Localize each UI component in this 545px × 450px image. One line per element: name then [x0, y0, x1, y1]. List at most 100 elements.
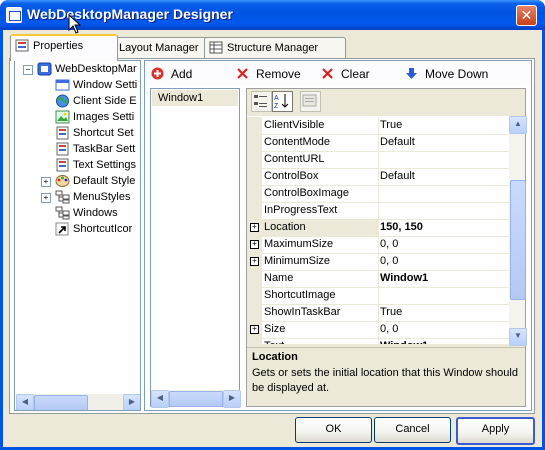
tab-label: Properties [33, 40, 84, 52]
property-row[interactable]: ShowInTaskBar True [247, 304, 509, 322]
cancel-button[interactable]: Cancel [374, 417, 451, 443]
expand-toggle-icon[interactable]: + [250, 240, 259, 249]
property-row[interactable]: InProgressText [247, 202, 509, 220]
categorized-view-button[interactable] [251, 91, 272, 112]
property-value[interactable] [378, 151, 509, 168]
categorized-icon [254, 95, 267, 107]
scroll-right-icon[interactable]: ▶ [123, 394, 140, 410]
property-value[interactable] [378, 202, 509, 219]
property-name: MaximumSize [262, 236, 379, 253]
scroll-left-icon[interactable]: ◀ [16, 394, 34, 410]
property-value[interactable]: 0, 0 [378, 236, 509, 253]
scroll-thumb[interactable] [510, 180, 526, 300]
property-row[interactable]: + MinimumSize 0, 0 [247, 253, 509, 271]
hierarchy-icon [55, 190, 70, 204]
property-row[interactable]: + Location 150, 150 [247, 219, 509, 237]
property-value[interactable]: Default [378, 134, 509, 151]
property-value[interactable]: True [378, 117, 509, 134]
property-name: MinimumSize [262, 253, 379, 270]
property-row[interactable]: ControlBox Default [247, 168, 509, 186]
property-name: ShortcutImage [262, 287, 379, 304]
property-value[interactable]: 150, 150 [378, 219, 509, 236]
property-row[interactable]: + MaximumSize 0, 0 [247, 236, 509, 254]
property-value[interactable] [378, 287, 509, 304]
scroll-down-icon[interactable]: ▼ [509, 328, 527, 346]
property-gutter [247, 287, 262, 304]
property-name: Size [262, 321, 379, 338]
expand-toggle-icon[interactable]: + [250, 223, 259, 232]
properties-icon [56, 126, 69, 140]
property-gutter [247, 270, 262, 287]
property-gutter: + [247, 321, 262, 338]
tab-label: Layout Manager [119, 42, 199, 54]
clear-icon [322, 68, 333, 79]
scroll-thumb[interactable] [34, 395, 88, 410]
scroll-up-icon[interactable]: ▲ [509, 116, 527, 134]
property-row[interactable]: ShortcutImage [247, 287, 509, 305]
move-down-button[interactable]: Move Down [405, 67, 488, 83]
scroll-thumb[interactable] [169, 391, 223, 407]
property-gutter: + [247, 236, 262, 253]
tree-horizontal-scrollbar[interactable]: ◀ ▶ [16, 394, 140, 410]
ok-button[interactable]: OK [295, 417, 372, 443]
property-row[interactable]: Name Window1 [247, 270, 509, 288]
apply-button[interactable]: Apply [456, 417, 535, 445]
property-row[interactable]: + Size 0, 0 [247, 321, 509, 339]
mouse-cursor-icon [68, 14, 81, 34]
property-gutter [247, 151, 262, 168]
property-gutter: + [247, 219, 262, 236]
property-row[interactable]: ContentMode Default [247, 134, 509, 152]
remove-button[interactable]: Remove [236, 67, 301, 83]
app-icon [6, 7, 22, 23]
add-button[interactable]: Add [151, 67, 192, 83]
property-gutter [247, 117, 262, 134]
property-gutter [247, 202, 262, 219]
expand-toggle-icon[interactable]: + [41, 193, 51, 203]
property-row[interactable]: ClientVisible True [247, 117, 509, 135]
designer-root-icon [37, 62, 52, 76]
list-item[interactable]: Window1 [152, 90, 238, 106]
settings-tree[interactable]: − WebDesktopMar Window Setti Client Side… [14, 60, 141, 411]
windows-collection-list[interactable] [150, 88, 240, 407]
clear-button[interactable]: Clear [321, 67, 370, 83]
list-horizontal-scrollbar[interactable]: ◀ ▶ [151, 390, 241, 408]
help-description: Gets or sets the initial location that t… [252, 367, 518, 394]
property-name: InProgressText [262, 202, 379, 219]
properties-icon [56, 142, 69, 156]
expand-toggle-icon[interactable]: + [250, 325, 259, 334]
tab-properties[interactable]: Properties [10, 34, 118, 61]
property-name: ShowInTaskBar [262, 304, 379, 321]
property-name: Location [262, 219, 379, 236]
expand-toggle-icon[interactable]: + [41, 177, 51, 187]
tab-structure-manager[interactable]: Structure Manager [204, 37, 346, 59]
property-row[interactable]: ControlBoxImage [247, 185, 509, 203]
property-gutter [247, 168, 262, 185]
expand-toggle-icon[interactable]: + [250, 257, 259, 266]
property-value[interactable]: 0, 0 [378, 253, 509, 270]
property-name: ContentMode [262, 134, 379, 151]
scroll-right-icon[interactable]: ▶ [223, 390, 241, 408]
sort-alphabetical-icon: AZ [274, 94, 289, 110]
property-value[interactable] [378, 185, 509, 202]
close-button[interactable]: ✕ [516, 5, 537, 26]
collection-toolbar: Add Remove Clear Move Down [145, 61, 531, 86]
property-value[interactable]: Default [378, 168, 509, 185]
property-vertical-scrollbar[interactable]: ▲ ▼ [509, 116, 527, 346]
property-row[interactable]: ContentURL [247, 151, 509, 169]
property-value[interactable]: Window1 [378, 338, 509, 344]
svg-text:Z: Z [274, 103, 279, 109]
property-row[interactable]: TextWindow1 [247, 338, 509, 344]
tab-label: Structure Manager [227, 42, 319, 54]
properties-icon [15, 39, 29, 52]
svg-text:A: A [274, 95, 279, 102]
property-list[interactable]: ClientVisible True ContentMode Default Conte… [247, 116, 509, 344]
property-value[interactable]: 0, 0 [378, 321, 509, 338]
scroll-left-icon[interactable]: ◀ [151, 390, 169, 408]
property-value[interactable]: Window1 [378, 270, 509, 287]
property-pages-button[interactable] [300, 91, 321, 112]
title-bar[interactable]: WebDesktopManager Designer ✕ [0, 0, 545, 30]
property-value[interactable]: True [378, 304, 509, 321]
remove-icon [237, 68, 248, 79]
alphabetical-view-button[interactable]: AZ [272, 91, 293, 112]
collapse-toggle-icon[interactable]: − [23, 65, 33, 75]
